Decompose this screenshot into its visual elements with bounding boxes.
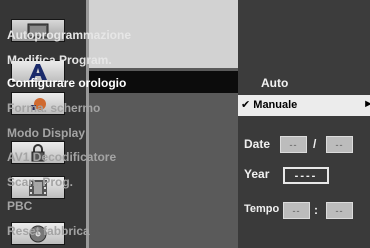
menu-item-reset-fabbrica[interactable]: Reset fabbrica (7, 224, 90, 238)
options-panel-header (238, 0, 370, 95)
menu-item-configurare-orologio[interactable]: Configurare orologio (7, 76, 126, 90)
option-auto[interactable]: Auto (261, 76, 288, 90)
date-month-field[interactable]: -- (326, 136, 353, 153)
option-manual[interactable]: ✔ Manuale (241, 98, 297, 111)
menu-item-pbc[interactable]: PBC (7, 199, 32, 213)
menu-item-scan-prog[interactable]: Scan. Prog. (7, 175, 73, 189)
menu-item-av1-decodificatore[interactable]: AV1 Decodificatore (7, 150, 116, 164)
time-label: Tempo (244, 203, 280, 215)
time-minute-field[interactable]: -- (326, 202, 353, 219)
date-day-field[interactable]: -- (280, 136, 307, 153)
time-hour-field[interactable]: -- (283, 202, 310, 219)
setup-menu-screen: Autoprogrammazione Modifica Program. Con… (0, 0, 370, 248)
menu-item-modifica-program[interactable]: Modifica Program. (7, 53, 112, 67)
date-separator: / (313, 137, 317, 151)
arrow-right-icon: ► (363, 98, 370, 110)
checkmark-icon: ✔ (241, 99, 251, 111)
menu-item-autoprogrammazione[interactable]: Autoprogrammazione (7, 28, 131, 42)
time-separator: : (314, 203, 318, 217)
date-label: Date (244, 137, 271, 151)
year-label: Year (244, 167, 270, 181)
option-manual-label: Manuale (253, 99, 298, 111)
menu-item-forma-schermo[interactable]: Forma. schermo (7, 101, 100, 115)
year-field[interactable]: ---- (283, 167, 329, 184)
menu-item-modo-display[interactable]: Modo Display (7, 126, 85, 140)
